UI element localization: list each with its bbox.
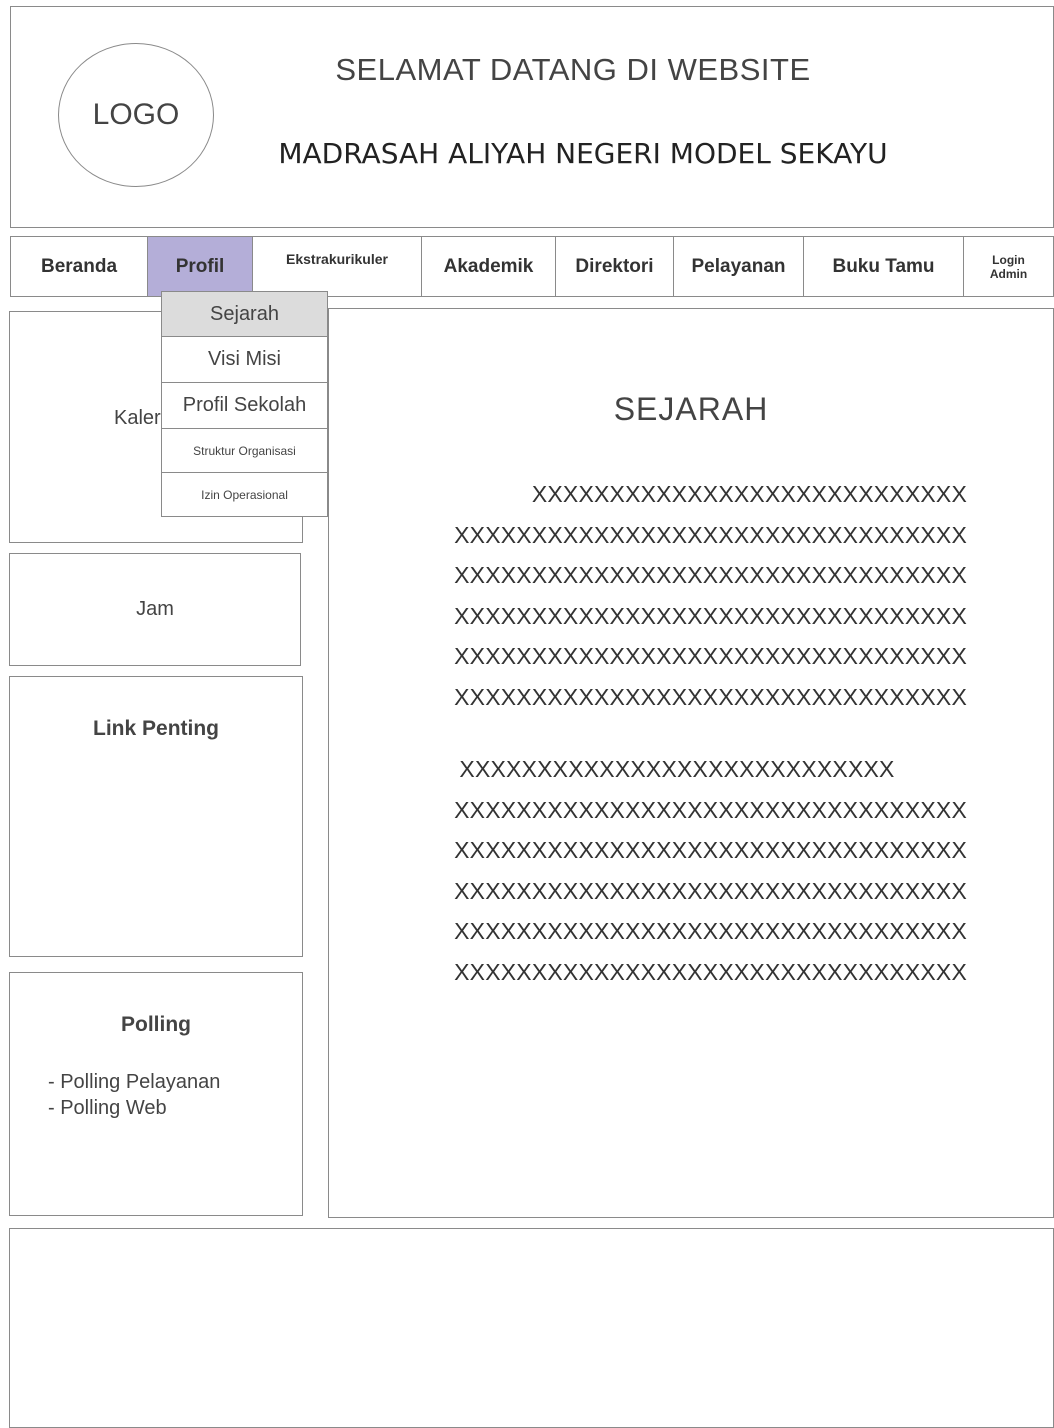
links-title: Link Penting xyxy=(93,717,219,740)
polling-item-web[interactable]: - Polling Web xyxy=(48,1095,220,1121)
menu-item-izin-operasional[interactable]: Izin Operasional xyxy=(161,473,328,517)
menu-item-visi-misi[interactable]: Visi Misi xyxy=(161,337,328,383)
menu-item-struktur-organisasi[interactable]: Struktur Organisasi xyxy=(161,429,328,473)
text-line: XXXXXXXXXXXXXXXXXXXXXXXXXXXXXXXXX xyxy=(454,562,967,588)
important-links-widget: Link Penting xyxy=(9,676,303,957)
text-line: XXXXXXXXXXXXXXXXXXXXXXXXXXXXXXXXX xyxy=(454,683,967,710)
nav-profil[interactable]: Profil xyxy=(147,236,253,297)
nav-ekstrakurikuler[interactable]: Ekstrakurikuler xyxy=(252,236,422,297)
paragraph-2: XXXXXXXXXXXXXXXXXXXXXXXXXXXX XXXXXXXXXXX… xyxy=(427,749,967,992)
site-footer xyxy=(9,1228,1054,1428)
text-line: XXXXXXXXXXXXXXXXXXXXXXXXXXXXXXXXX xyxy=(454,918,967,944)
main-nav: Beranda Profil Ekstrakurikuler Akademik … xyxy=(10,236,1054,297)
nav-pelayanan[interactable]: Pelayanan xyxy=(673,236,804,297)
nav-direktori[interactable]: Direktori xyxy=(555,236,674,297)
logo[interactable]: LOGO xyxy=(58,43,214,187)
text-line: XXXXXXXXXXXXXXXXXXXXXXXXXXXXXXXXX xyxy=(454,602,967,629)
menu-item-sejarah[interactable]: Sejarah xyxy=(161,291,328,337)
calendar-label: Kaler xyxy=(114,407,161,429)
nav-buku-tamu[interactable]: Buku Tamu xyxy=(803,236,964,297)
site-header: LOGO SELAMAT DATANG DI WEBSITE MADRASAH … xyxy=(10,6,1054,228)
polling-widget: Polling - Polling Pelayanan - Polling We… xyxy=(9,972,303,1216)
text-line: XXXXXXXXXXXXXXXXXXXXXXXXXXXXXXXXX xyxy=(454,837,967,863)
polling-title: Polling xyxy=(121,1013,191,1036)
text-line: XXXXXXXXXXXXXXXXXXXXXXXXXXXX xyxy=(459,756,895,782)
nav-akademik[interactable]: Akademik xyxy=(421,236,556,297)
text-line: XXXXXXXXXXXXXXXXXXXXXXXXXXXX xyxy=(531,481,967,507)
clock-widget: Jam xyxy=(9,553,301,666)
nav-beranda[interactable]: Beranda xyxy=(10,236,148,297)
text-line: XXXXXXXXXXXXXXXXXXXXXXXXXXXXXXXXX xyxy=(454,958,967,985)
text-line: XXXXXXXXXXXXXXXXXXXXXXXXXXXXXXXXX xyxy=(454,796,967,823)
text-line: XXXXXXXXXXXXXXXXXXXXXXXXXXXXXXXXX xyxy=(454,521,967,548)
polling-list: - Polling Pelayanan - Polling Web xyxy=(48,1069,220,1121)
main-content: SEJARAH XXXXXXXXXXXXXXXXXXXXXXXXXXXX XXX… xyxy=(328,308,1054,1218)
menu-item-profil-sekolah[interactable]: Profil Sekolah xyxy=(161,383,328,429)
nav-login-admin[interactable]: Login Admin xyxy=(963,236,1054,297)
text-line: XXXXXXXXXXXXXXXXXXXXXXXXXXXXXXXXX xyxy=(454,643,967,669)
school-name: MADRASAH ALIYAH NEGERI MODEL SEKAYU xyxy=(278,137,888,170)
welcome-title: SELAMAT DATANG DI WEBSITE xyxy=(335,52,811,87)
page-title: SEJARAH xyxy=(613,391,769,427)
text-line: XXXXXXXXXXXXXXXXXXXXXXXXXXXXXXXXX xyxy=(454,877,967,904)
profil-dropdown-menu: Sejarah Visi Misi Profil Sekolah Struktu… xyxy=(161,291,328,517)
paragraph-1: XXXXXXXXXXXXXXXXXXXXXXXXXXXX XXXXXXXXXXX… xyxy=(427,474,967,717)
polling-item-pelayanan[interactable]: - Polling Pelayanan xyxy=(48,1069,220,1095)
